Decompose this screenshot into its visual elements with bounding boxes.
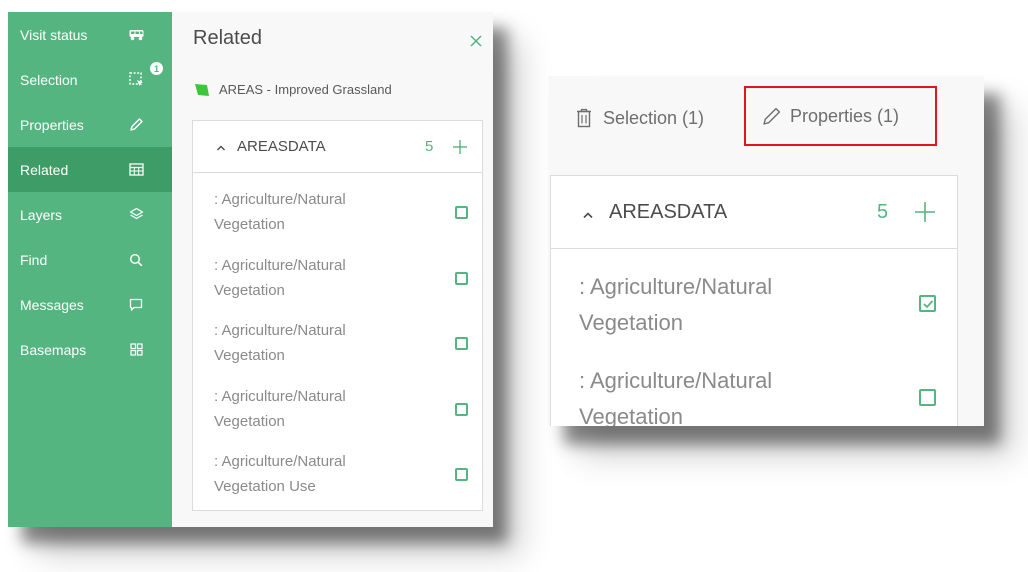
tab-properties-label: Properties (1) bbox=[790, 105, 900, 126]
add-record-icon[interactable] bbox=[913, 200, 937, 224]
record-line-1: : Agriculture/Natural bbox=[214, 322, 346, 339]
sidebar-item-label: Find bbox=[20, 251, 48, 268]
pencil-icon bbox=[762, 106, 781, 126]
app-window-left: Visit status Selection 1 Properties Rela… bbox=[8, 12, 493, 527]
record-line-1: : Agriculture/Natural bbox=[214, 191, 346, 208]
related-record-text: : Agriculture/Natural Vegetation bbox=[214, 253, 414, 303]
related-record-text: : Agriculture/Natural Vegetation bbox=[214, 318, 414, 368]
zoomed-panel-window: Selection (1) Properties (1) AREASDATA 5… bbox=[548, 76, 984, 426]
record-checkbox-checked[interactable] bbox=[919, 295, 936, 312]
record-line-2: Vegetation bbox=[214, 347, 285, 364]
sidebar-item-messages[interactable]: Messages bbox=[8, 282, 172, 327]
record-line-1: : Agriculture/Natural bbox=[214, 256, 346, 274]
search-icon bbox=[128, 252, 144, 268]
related-record-item[interactable]: : Agriculture/Natural Vegetation bbox=[193, 173, 482, 239]
record-line-2: Vegetation bbox=[579, 404, 683, 426]
sidebar-item-label: Messages bbox=[20, 296, 84, 313]
record-line-1: : Agriculture/Natural bbox=[214, 453, 346, 470]
sidebar: Visit status Selection 1 Properties Rela… bbox=[8, 12, 172, 527]
close-icon[interactable] bbox=[467, 32, 485, 50]
sidebar-item-label: Selection bbox=[20, 71, 78, 88]
record-line-1: : Agriculture/Natural bbox=[579, 368, 773, 393]
layers-icon bbox=[128, 207, 144, 223]
related-record-text: : Agriculture/Natural Vegetation bbox=[579, 269, 859, 341]
record-count: 5 bbox=[877, 200, 889, 223]
layer-name: AREAS - Improved Grassland bbox=[219, 82, 392, 97]
record-checkbox[interactable] bbox=[455, 468, 468, 481]
related-record-text: : Agriculture/Natural Vegetation Use bbox=[214, 449, 414, 499]
sidebar-item-label: Properties bbox=[20, 116, 84, 133]
related-table-title: AREASDATA bbox=[237, 138, 326, 155]
record-checkbox[interactable] bbox=[455, 271, 468, 285]
checkmark-icon bbox=[922, 299, 933, 308]
related-record-item[interactable]: : Agriculture/Natural Vegetation Use bbox=[193, 435, 482, 501]
grid-icon bbox=[128, 342, 144, 358]
polygon-swatch-icon bbox=[194, 83, 210, 97]
chevron-up-icon[interactable] bbox=[215, 141, 227, 153]
record-checkbox[interactable] bbox=[919, 389, 936, 406]
record-line-1: : Agriculture/Natural bbox=[579, 274, 773, 299]
tab-selection-label: Selection (1) bbox=[603, 107, 705, 128]
truck-icon bbox=[128, 27, 144, 43]
record-checkbox[interactable] bbox=[455, 402, 468, 416]
related-record-item[interactable]: : Agriculture/Natural Vegetation bbox=[551, 249, 957, 343]
tab-properties[interactable]: Properties (1) bbox=[744, 86, 937, 146]
sidebar-item-basemaps[interactable]: Basemaps bbox=[8, 327, 172, 372]
record-count: 5 bbox=[425, 138, 434, 155]
record-line-2: Vegetation bbox=[214, 216, 285, 233]
record-checkbox[interactable] bbox=[455, 206, 468, 219]
sidebar-item-selection[interactable]: Selection 1 bbox=[8, 57, 172, 102]
feature-layer-label: AREAS - Improved Grassland bbox=[194, 82, 392, 97]
record-line-1: : Agriculture/Natural bbox=[214, 387, 346, 405]
sidebar-item-label: Visit status bbox=[20, 26, 88, 43]
panel-title: Related bbox=[193, 27, 262, 49]
related-panel: Related AREAS - Improved Grassland AREAS… bbox=[172, 12, 493, 527]
record-line-2: Vegetation bbox=[214, 281, 285, 299]
record-line-2: Vegetation bbox=[579, 310, 683, 335]
related-table-card-zoomed: AREASDATA 5 : Agriculture/Natural Vegetat… bbox=[550, 175, 958, 426]
record-line-2: Vegetation bbox=[214, 412, 285, 430]
related-table-header[interactable]: AREASDATA 5 bbox=[551, 176, 957, 249]
selection-count-badge: 1 bbox=[150, 62, 163, 75]
selection-icon bbox=[128, 72, 144, 88]
table-icon bbox=[128, 162, 144, 178]
related-record-item[interactable]: : Agriculture/Natural Vegetation bbox=[193, 304, 482, 370]
record-checkbox[interactable] bbox=[455, 337, 468, 350]
message-icon bbox=[128, 297, 144, 313]
record-line-2: Vegetation Use bbox=[214, 478, 316, 495]
related-table-title: AREASDATA bbox=[609, 200, 728, 223]
tab-selection[interactable]: Selection (1) bbox=[575, 101, 704, 135]
related-table-header[interactable]: AREASDATA 5 bbox=[193, 121, 482, 173]
sidebar-item-properties[interactable]: Properties bbox=[8, 102, 172, 147]
sidebar-item-label: Basemaps bbox=[20, 341, 87, 358]
sidebar-item-find[interactable]: Find bbox=[8, 237, 172, 282]
related-record-item[interactable]: : Agriculture/Natural Vegetation bbox=[551, 343, 957, 426]
related-record-text: : Agriculture/Natural Vegetation bbox=[214, 384, 414, 434]
add-record-icon[interactable] bbox=[451, 138, 469, 156]
related-table-card: AREASDATA 5 : Agriculture/Natural Vegetat… bbox=[192, 120, 483, 511]
sidebar-item-layers[interactable]: Layers bbox=[8, 192, 172, 237]
sidebar-item-visit-status[interactable]: Visit status bbox=[8, 12, 172, 57]
sidebar-item-label: Layers bbox=[20, 206, 63, 223]
related-record-item[interactable]: : Agriculture/Natural Vegetation bbox=[193, 239, 482, 305]
related-record-item[interactable]: : Agriculture/Natural Vegetation bbox=[193, 370, 482, 436]
chevron-up-icon[interactable] bbox=[581, 205, 595, 219]
sidebar-item-related[interactable]: Related bbox=[8, 147, 172, 192]
pencil-icon bbox=[128, 117, 144, 133]
related-record-text: : Agriculture/Natural Vegetation bbox=[214, 187, 414, 237]
sidebar-item-label: Related bbox=[20, 161, 69, 178]
trash-icon bbox=[575, 108, 593, 128]
related-record-text: : Agriculture/Natural Vegetation bbox=[579, 363, 859, 426]
